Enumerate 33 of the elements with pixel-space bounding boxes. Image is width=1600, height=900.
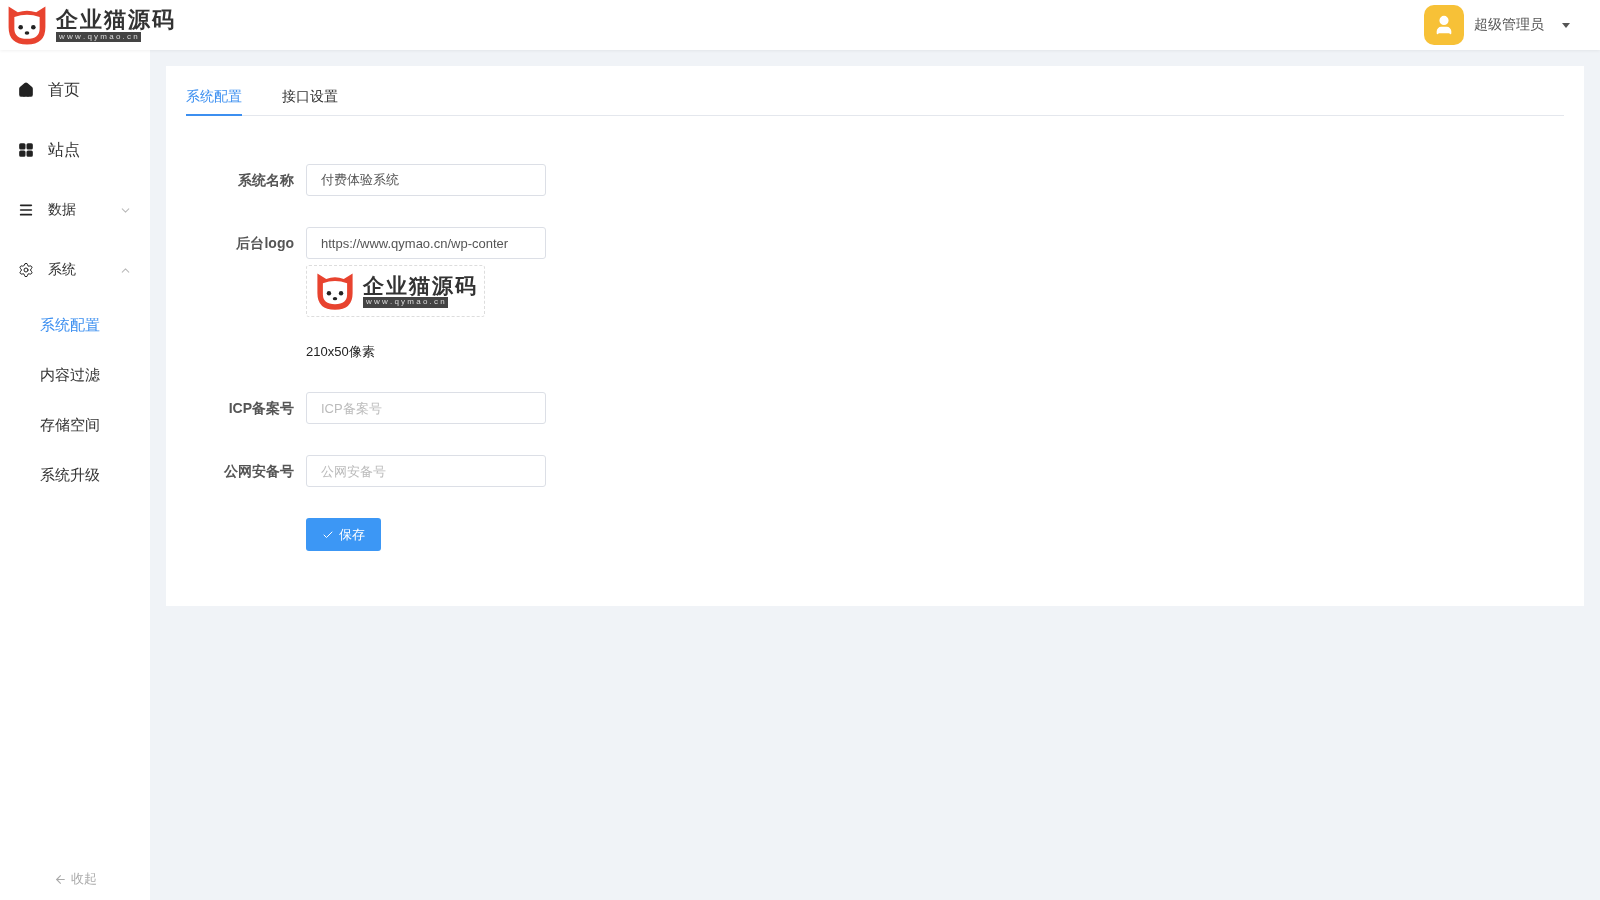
nav-label: 系统 <box>48 261 76 279</box>
nav-label: 数据 <box>48 201 76 219</box>
submenu-item[interactable]: 系统升级 <box>0 450 150 500</box>
logo-url: w w w . q y m a o . c n <box>363 297 448 308</box>
input-field[interactable]: ICP备案号 <box>306 392 546 424</box>
tab[interactable]: 接口设置 <box>282 78 338 116</box>
nav-label: 首页 <box>48 79 80 100</box>
nav-item[interactable]: 数据 <box>0 180 150 240</box>
input-field[interactable]: 公网安备号 <box>306 455 546 487</box>
logo-text: 企业猫源码 <box>363 274 478 298</box>
logo-text: 企业猫源码 <box>56 7 176 32</box>
nav-item[interactable]: 系统 <box>0 240 150 300</box>
grid-icon <box>18 142 34 158</box>
arrow-left-icon <box>53 872 67 886</box>
field-label: ICP备案号 <box>227 399 295 418</box>
home-icon <box>18 82 34 98</box>
collapse-label: 收起 <box>70 870 97 888</box>
user-name[interactable]: 超级管理员 <box>1474 16 1544 34</box>
field-label: 后台logo <box>235 234 295 253</box>
size-hint: 210x50像素 <box>306 343 375 361</box>
caret-icon[interactable] <box>1562 22 1570 28</box>
input-field[interactable]: 付费体验系统 <box>306 164 546 196</box>
list-icon <box>18 202 34 218</box>
submenu-item[interactable]: 内容过滤 <box>0 350 150 400</box>
field-label: 公网安备号 <box>223 462 295 481</box>
nav-item[interactable]: 站点 <box>0 120 150 180</box>
input-field[interactable]: https://www.qymao.cn/wp-conter <box>306 227 546 259</box>
nav-label: 站点 <box>48 139 80 160</box>
field-label: 系统名称 <box>237 171 295 190</box>
logo-url: w w w . q y m a o . c n <box>56 31 141 43</box>
submenu-item[interactable]: 存储空间 <box>0 400 150 450</box>
gear-icon <box>18 262 34 278</box>
nav-item[interactable]: 首页 <box>0 60 150 120</box>
